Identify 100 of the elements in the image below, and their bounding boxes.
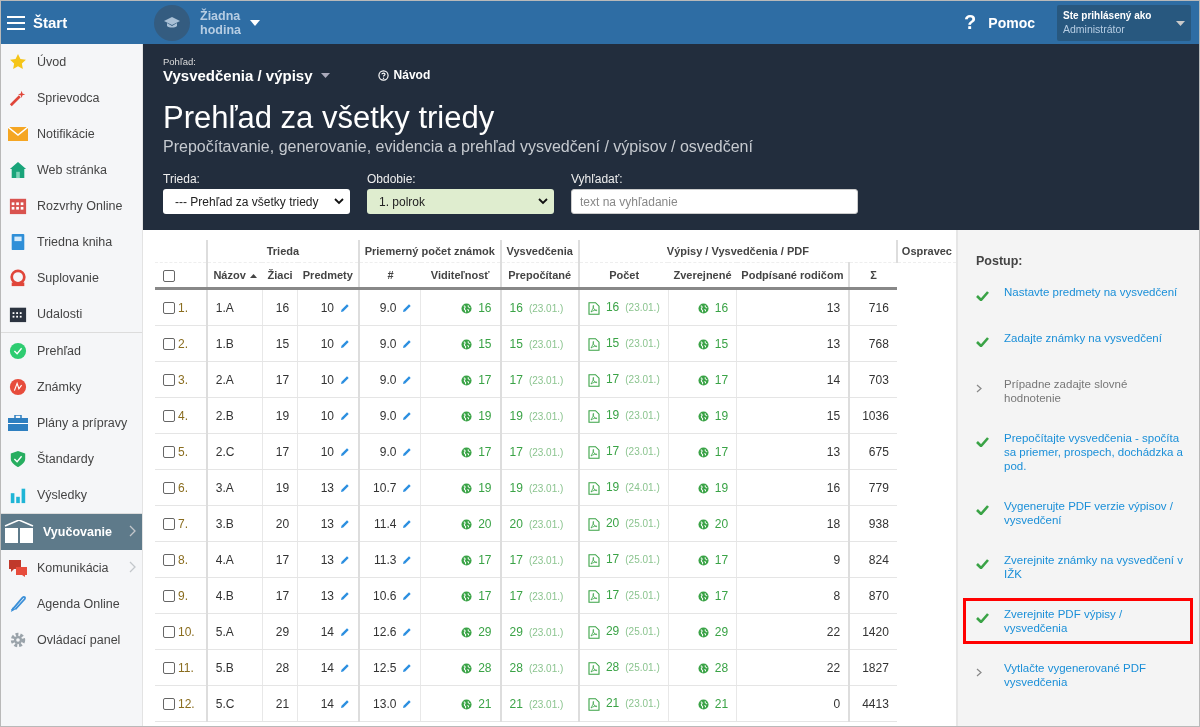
- pencil-icon[interactable]: [340, 411, 350, 422]
- pencil-icon[interactable]: [402, 663, 413, 674]
- pencil-icon[interactable]: [340, 375, 350, 386]
- help-icon[interactable]: [377, 69, 389, 81]
- pencil-icon[interactable]: [340, 627, 350, 638]
- table-cell: 15: [714, 336, 729, 351]
- sidebar-item[interactable]: Notifikácie: [1, 116, 142, 152]
- sidebar-item[interactable]: Rozvrhy Online: [1, 188, 142, 224]
- sidebar-item[interactable]: Suplovanie: [1, 260, 142, 296]
- search-field[interactable]: text na vyhľadanie: [571, 189, 858, 214]
- pencil-icon[interactable]: [402, 519, 413, 530]
- class-name[interactable]: 5.C: [215, 696, 235, 711]
- pencil-icon[interactable]: [340, 303, 350, 314]
- caret-icon[interactable]: [250, 19, 260, 26]
- pencil-icon[interactable]: [340, 591, 350, 602]
- class-name[interactable]: 1.A: [215, 300, 234, 315]
- column-header[interactable]: Predmety: [297, 262, 359, 289]
- pencil-icon[interactable]: [402, 303, 413, 314]
- start-label[interactable]: Štart: [33, 14, 68, 31]
- sidebar-item[interactable]: Komunikácia: [1, 550, 142, 586]
- sidebar-item[interactable]: Štandardy: [1, 441, 142, 477]
- class-name[interactable]: 3.B: [215, 516, 234, 531]
- help-icon[interactable]: ?: [964, 11, 977, 34]
- table-cell: 20: [275, 516, 290, 531]
- pencil-icon[interactable]: [402, 699, 413, 710]
- help-link[interactable]: Pomoc: [988, 14, 1035, 31]
- checkbox[interactable]: [163, 409, 175, 422]
- select-field[interactable]: 1. polrok: [367, 189, 554, 214]
- class-name[interactable]: 5.A: [215, 624, 234, 639]
- pencil-icon[interactable]: [340, 519, 350, 530]
- table-cell: 10.6: [373, 588, 397, 603]
- checkbox[interactable]: [163, 589, 175, 602]
- step-link[interactable]: Prípadne zadajte slovné hodnotenie: [1004, 377, 1186, 405]
- pencil-icon[interactable]: [402, 375, 413, 386]
- sidebar-item[interactable]: Udalosti: [1, 296, 142, 332]
- sidebar-item[interactable]: Triedna kniha: [1, 224, 142, 260]
- pencil-icon[interactable]: [340, 555, 350, 566]
- pencil-icon[interactable]: [402, 627, 413, 638]
- pencil-icon[interactable]: [402, 339, 413, 350]
- user-menu[interactable]: Ste prihlásený ako Administrátor: [1057, 4, 1191, 41]
- sidebar-item[interactable]: Prehľad: [1, 333, 142, 369]
- sidebar-item[interactable]: Agenda Online: [1, 586, 142, 622]
- column-header[interactable]: Počet: [578, 262, 669, 289]
- date-label: (23.01.): [528, 302, 564, 314]
- checkbox[interactable]: [163, 553, 175, 566]
- class-name[interactable]: 1.B: [215, 336, 234, 351]
- guide-link[interactable]: Návod: [393, 68, 431, 82]
- menu-icon[interactable]: [7, 15, 25, 30]
- class-name[interactable]: 4.B: [215, 588, 234, 603]
- class-name[interactable]: 4.A: [215, 552, 234, 567]
- checkbox[interactable]: [163, 337, 175, 350]
- column-header[interactable]: Viditeľnosť: [420, 262, 501, 289]
- checkbox[interactable]: [163, 481, 175, 494]
- checkbox[interactable]: [163, 269, 175, 282]
- pencil-icon[interactable]: [402, 447, 413, 458]
- checkbox[interactable]: [163, 661, 175, 674]
- caret-icon[interactable]: [320, 73, 330, 78]
- sidebar-item[interactable]: Plány a prípravy: [1, 405, 142, 441]
- sidebar-item[interactable]: Známky: [1, 369, 142, 405]
- sidebar-item[interactable]: Výsledky: [1, 477, 142, 513]
- checkbox[interactable]: [163, 517, 175, 530]
- pencil-icon[interactable]: [402, 411, 413, 422]
- class-name[interactable]: 2.B: [215, 408, 234, 423]
- table-cell: 13: [320, 588, 334, 603]
- pencil-icon[interactable]: [340, 339, 350, 350]
- column-header[interactable]: Σ: [849, 262, 897, 289]
- pencil-icon[interactable]: [402, 555, 413, 566]
- sidebar-item[interactable]: Ovládací panel: [1, 622, 142, 658]
- class-name[interactable]: 2.C: [215, 444, 235, 459]
- column-header[interactable]: Prepočítané: [500, 262, 579, 289]
- pencil-icon[interactable]: [340, 447, 350, 458]
- column-header[interactable]: Žiaci: [262, 262, 298, 289]
- column-header[interactable]: Zverejnené: [668, 262, 737, 289]
- checkbox[interactable]: [163, 373, 175, 386]
- table-cell: 14: [320, 660, 334, 675]
- table-cell: 17: [605, 588, 620, 603]
- table-cell: 17: [478, 588, 492, 603]
- checkbox[interactable]: [163, 301, 175, 314]
- grade-icon: [9, 378, 27, 396]
- sidebar-item[interactable]: Web stránka: [1, 152, 142, 188]
- column-header[interactable]: Podpísané rodičom: [736, 262, 850, 289]
- column-header[interactable]: Názov: [206, 262, 263, 289]
- column-header[interactable]: #: [359, 262, 421, 289]
- sidebar-item[interactable]: Sprievodca: [1, 80, 142, 116]
- pencil-icon[interactable]: [402, 591, 413, 602]
- sidebar-item[interactable]: Vyučovanie: [1, 514, 142, 550]
- class-name[interactable]: 5.B: [215, 660, 234, 675]
- checkbox[interactable]: [163, 625, 175, 638]
- pencil-icon[interactable]: [340, 663, 350, 674]
- class-name[interactable]: 3.A: [215, 480, 234, 495]
- pencil-icon[interactable]: [402, 483, 413, 494]
- pdf-file-icon: [587, 589, 600, 603]
- view-selector[interactable]: Vysvedčenia / výpisy: [163, 67, 313, 84]
- pencil-icon[interactable]: [340, 483, 350, 494]
- sidebar-item[interactable]: Úvod: [1, 44, 142, 80]
- class-name[interactable]: 2.A: [215, 372, 234, 387]
- checkbox[interactable]: [163, 445, 175, 458]
- checkbox[interactable]: [163, 697, 175, 710]
- select-field[interactable]: --- Prehľad za všetky triedy: [163, 189, 350, 214]
- pencil-icon[interactable]: [340, 699, 350, 710]
